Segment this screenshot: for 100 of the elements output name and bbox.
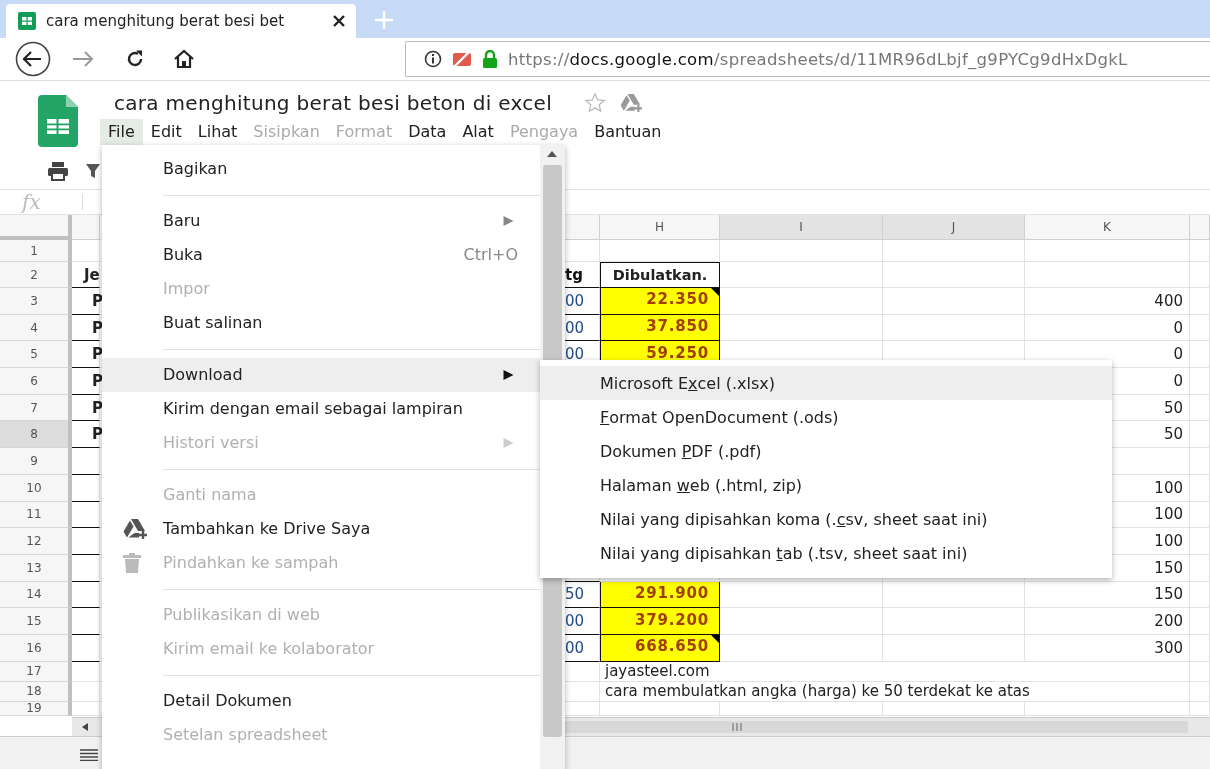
menu-item[interactable]: Tambahkan ke Drive Saya <box>102 512 540 546</box>
table-cell: 200 <box>1025 608 1190 635</box>
table-cell <box>1190 608 1210 635</box>
row-number[interactable]: 17 <box>0 661 72 682</box>
scroll-left-icon[interactable] <box>82 723 88 731</box>
table-cell <box>1190 368 1210 395</box>
table-cell <box>1190 448 1210 475</box>
menu-bar-item[interactable]: File <box>100 119 143 145</box>
address-field[interactable]: https://docs.google.com/spreadsheets/d/11MR96dLbjf_g9PYCg9dHxDgkL <box>405 41 1210 77</box>
row-number[interactable]: 4 <box>0 314 72 342</box>
table-cell: jayasteel.com <box>600 661 1190 682</box>
scroll-up-icon[interactable] <box>547 151 557 157</box>
table-cell <box>1190 341 1210 369</box>
table-cell <box>1190 474 1210 502</box>
row-number[interactable]: 14 <box>0 581 72 609</box>
close-icon[interactable] <box>332 14 346 28</box>
row-number[interactable]: 2 <box>0 262 72 288</box>
table-cell <box>1190 262 1210 288</box>
table-cell <box>1190 554 1210 582</box>
table-cell: P <box>72 288 100 315</box>
table-cell: cara membulatkan angka (harga) ke 50 terdekat ke atas <box>600 681 1190 702</box>
browser-tab[interactable]: cara menghitung berat besi bet <box>6 4 356 38</box>
row-number[interactable]: 8 <box>0 421 72 449</box>
formula-label: fx <box>22 190 42 214</box>
sheets-logo-icon[interactable] <box>38 95 78 147</box>
table-cell: 0 <box>1025 314 1190 342</box>
menu-item[interactable]: Baru <box>102 204 540 238</box>
drive-add-icon <box>123 518 149 540</box>
document-title[interactable]: cara menghitung berat besi beton di excel <box>114 91 553 115</box>
forward-icon[interactable] <box>71 49 95 69</box>
menu-bar-item[interactable]: Lihat <box>189 119 246 145</box>
table-cell <box>1190 681 1210 702</box>
column-header[interactable]: K <box>1025 215 1190 240</box>
table-cell <box>1190 528 1210 555</box>
menu-item[interactable]: Buat salinan <box>102 306 540 340</box>
spreadsheet-icon <box>18 12 36 30</box>
row-number[interactable]: 12 <box>0 528 72 555</box>
menu-item[interactable]: Buka Ctrl+O <box>102 238 540 272</box>
menu-item[interactable]: Detail Dokumen <box>102 684 540 718</box>
row-number[interactable]: 7 <box>0 394 72 422</box>
filter-icon[interactable] <box>86 162 100 179</box>
table-cell: 37.850 <box>600 314 720 342</box>
menu-bar-item[interactable]: Alat <box>454 119 502 145</box>
menu-item[interactable]: Bagikan <box>102 152 540 186</box>
menu-bar-item[interactable]: Data <box>400 119 455 145</box>
table-cell: 668.650 <box>600 634 720 662</box>
row-number[interactable]: 5 <box>0 341 72 369</box>
table-cell <box>1190 394 1210 422</box>
menu-item[interactable]: Microsoft Excel (.xlsx) <box>540 366 1112 400</box>
back-icon[interactable] <box>15 41 51 77</box>
table-cell: 22.350 <box>600 288 720 315</box>
info-icon[interactable] <box>424 50 442 68</box>
table-cell: 150 <box>1025 581 1190 609</box>
row-number[interactable]: 18 <box>0 681 72 702</box>
table-cell <box>1190 634 1210 662</box>
lock-icon <box>482 50 498 68</box>
row-number[interactable]: 1 <box>0 240 72 262</box>
table-cell <box>1190 421 1210 449</box>
row-number[interactable]: 3 <box>0 288 72 315</box>
row-number[interactable]: 6 <box>0 368 72 395</box>
row-number[interactable]: 9 <box>0 448 72 475</box>
url-text: https://docs.google.com/spreadsheets/d/11MR96dLbjf_g9PYCg9dHxDgkL <box>508 49 1128 69</box>
table-cell: 291.900 <box>600 581 720 609</box>
menu-bar-item[interactable]: Edit <box>142 119 190 145</box>
table-cell <box>1190 314 1210 342</box>
table-cell: 379.200 <box>600 608 720 635</box>
row-number[interactable]: 16 <box>0 634 72 662</box>
menu-bar-item[interactable]: Bantuan <box>586 119 670 145</box>
table-cell: 400 <box>1025 288 1190 315</box>
table-cell: P <box>72 394 100 422</box>
menu-item[interactable]: Kirim dengan email sebagai lampiran <box>102 392 540 426</box>
column-header[interactable]: I <box>720 215 883 240</box>
table-cell <box>1190 240 1210 262</box>
menu-item[interactable]: Download <box>102 358 540 392</box>
reload-icon[interactable] <box>125 49 145 69</box>
home-icon[interactable] <box>173 49 195 69</box>
row-number[interactable]: 15 <box>0 608 72 635</box>
grip-icon <box>732 723 744 731</box>
table-cell: Je <box>72 262 100 288</box>
sheet-list-icon[interactable] <box>80 749 98 761</box>
table-cell <box>1190 288 1210 315</box>
table-cell: P <box>72 314 100 342</box>
table-cell <box>1190 501 1210 529</box>
table-cell: P <box>72 421 100 449</box>
drive-add-icon[interactable] <box>620 93 645 113</box>
row-number[interactable]: 13 <box>0 554 72 582</box>
column-header[interactable]: J <box>883 215 1025 240</box>
table-cell: 300 <box>1025 634 1190 662</box>
table-cell: P <box>72 368 100 395</box>
table-cell: Dibulatkan. <box>600 262 720 288</box>
blocked-camera-icon[interactable] <box>452 50 472 68</box>
row-number[interactable]: 10 <box>0 474 72 502</box>
star-icon[interactable] <box>584 92 607 114</box>
column-header[interactable]: H <box>600 215 720 240</box>
table-cell <box>1190 661 1210 682</box>
table-cell: P <box>72 341 100 369</box>
trash-icon <box>123 553 141 573</box>
print-icon[interactable] <box>47 160 69 181</box>
table-cell <box>1190 581 1210 609</box>
row-number[interactable]: 11 <box>0 501 72 529</box>
